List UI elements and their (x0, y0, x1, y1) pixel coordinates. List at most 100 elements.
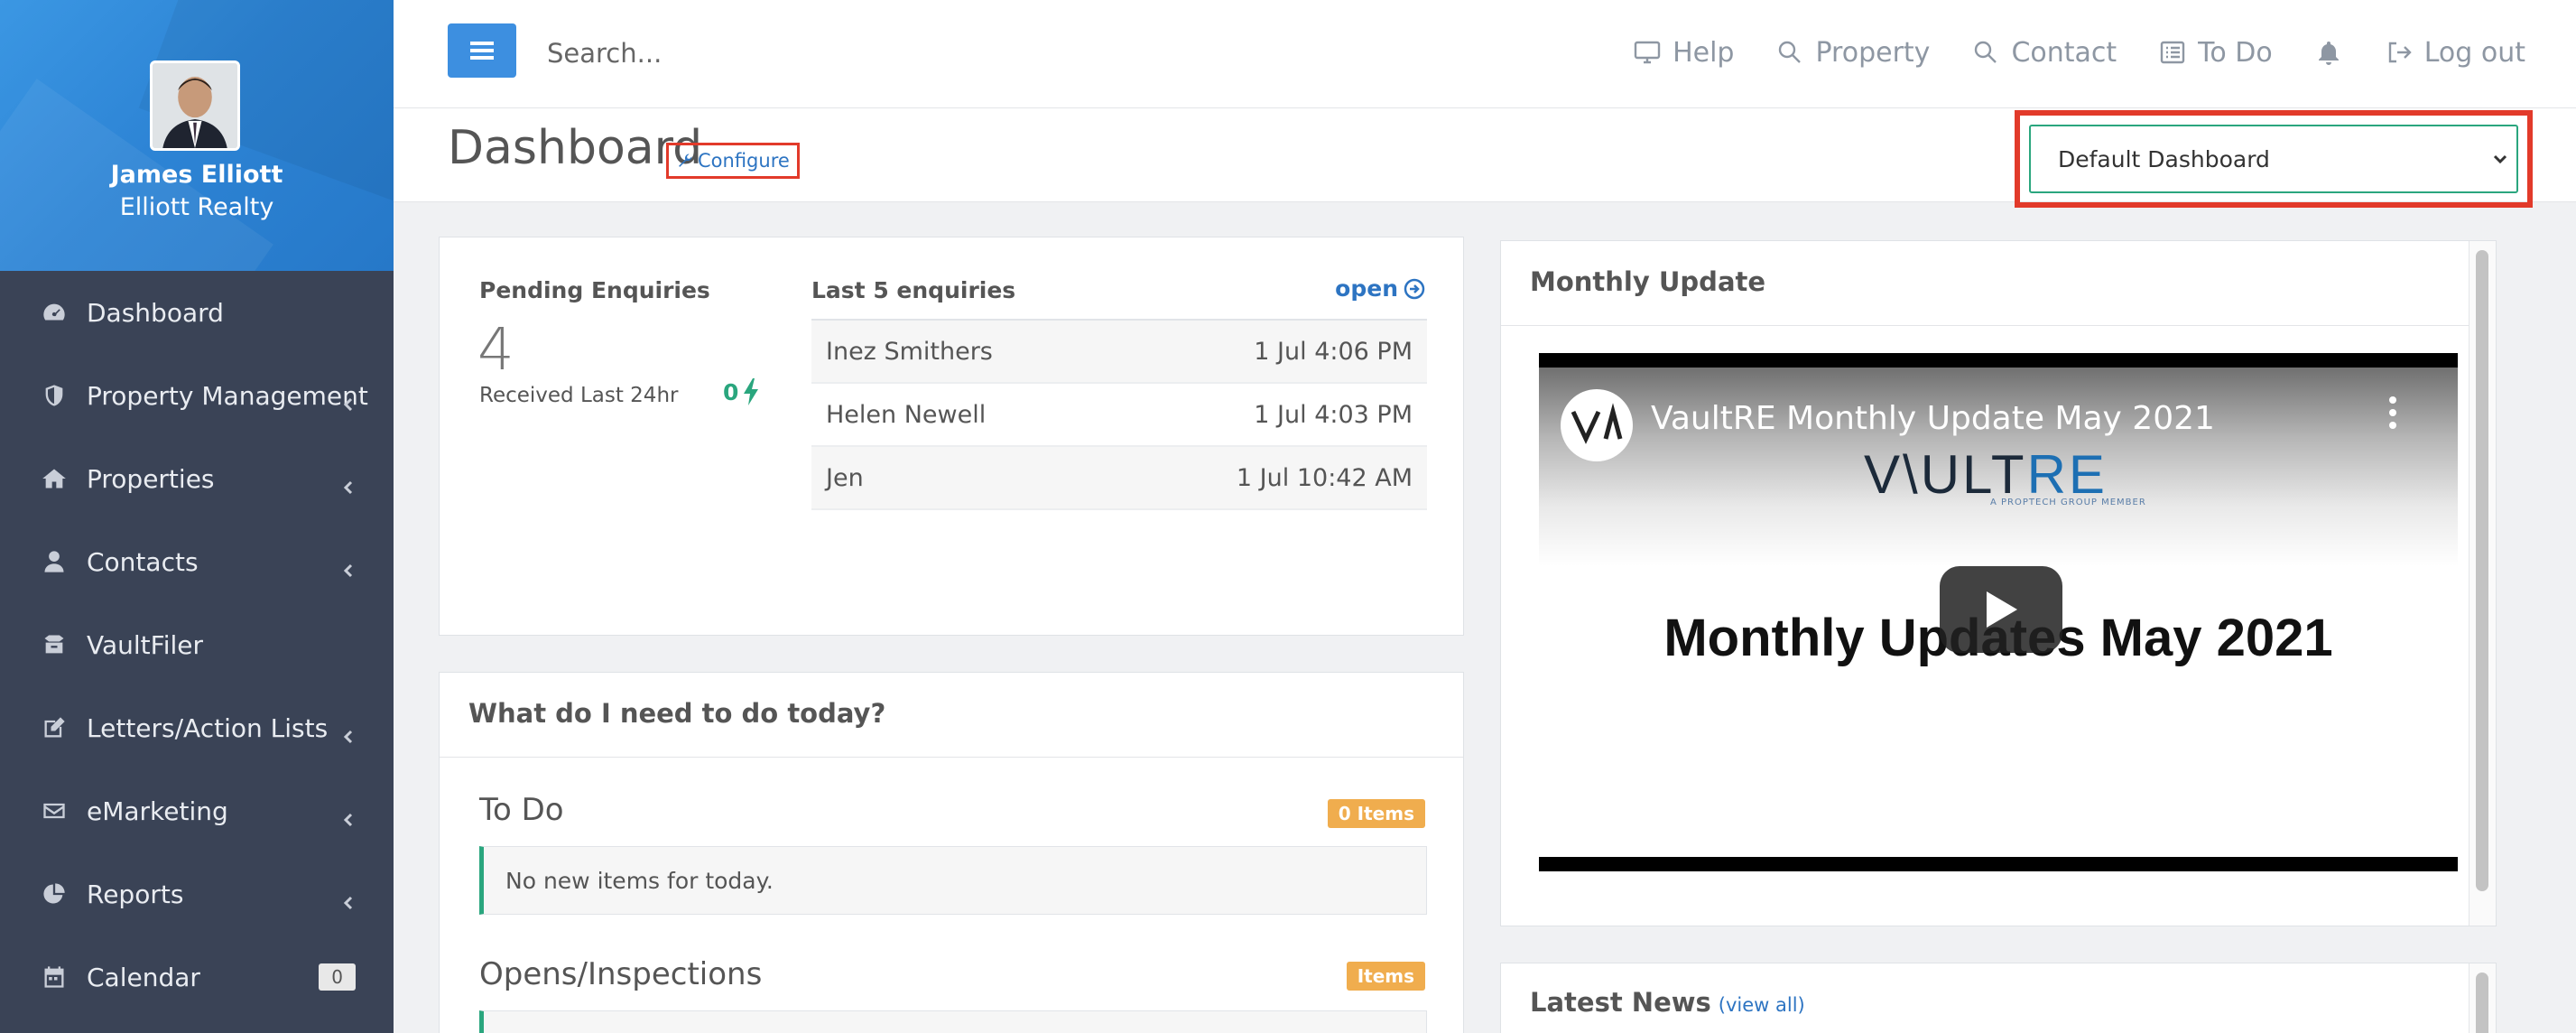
chevron-left-icon (341, 388, 356, 412)
enquiry-time: 1 Jul 4:06 PM (1254, 337, 1413, 366)
chevron-left-icon (341, 721, 356, 744)
enquiry-time: 1 Jul 10:42 AM (1236, 463, 1413, 492)
sidebar-item-reports[interactable]: Reports (0, 852, 394, 935)
today-panel-title: What do I need to do today? (468, 698, 886, 729)
property-label: Property (1815, 36, 1931, 69)
table-row[interactable]: Helen Newell 1 Jul 4:03 PM (811, 384, 1427, 447)
sidebar-item-label: Letters/Action Lists (87, 712, 329, 743)
table-row[interactable]: Inez Smithers 1 Jul 4:06 PM (811, 321, 1427, 384)
latest-news-title: Latest News (1530, 987, 1711, 1018)
scrollbar[interactable] (2469, 241, 2496, 926)
arrow-circle-right-icon (1404, 278, 1425, 299)
help-link[interactable]: Help (1633, 37, 1734, 69)
contact-label: Contact (2011, 36, 2117, 69)
configure-label: Configure (698, 150, 790, 172)
page-header: Dashboard Configure Default Dashboard (394, 108, 2576, 208)
scrollbar[interactable] (2469, 963, 2496, 1033)
property-search-link[interactable]: Property (1775, 37, 1930, 69)
view-all-news-link[interactable]: (view all) (1719, 994, 1805, 1016)
chevron-left-icon (341, 887, 356, 910)
logout-icon (2388, 42, 2412, 63)
received-last-24hr-label: Received Last 24hr (479, 384, 679, 407)
sidebar-item-letters[interactable]: Letters/Action Lists (0, 686, 394, 769)
opens-notice (479, 1010, 1427, 1033)
last-24hr-count[interactable]: 0 (723, 378, 760, 405)
enquiries-panel: Pending Enquiries 4 Received Last 24hr 0… (439, 237, 1464, 636)
video-letterbox-bottom (1539, 857, 2458, 871)
sidebar-item-label: Calendar (87, 962, 200, 992)
sidebar-nav: Dashboard Property Management Properties… (0, 271, 394, 1019)
sidebar-item-dashboard[interactable]: Dashboard (0, 271, 394, 354)
sidebar-item-label: Contacts (87, 546, 199, 577)
user-name: James Elliott (110, 161, 283, 189)
last-24hr-value: 0 (723, 378, 739, 405)
search-input[interactable] (547, 31, 1089, 76)
channel-logo[interactable] (1561, 389, 1633, 461)
todo-link[interactable]: To Do (2158, 37, 2273, 69)
monthly-update-panel: Monthly Update VaultRE Monthly Update Ma… (1500, 240, 2497, 926)
search-icon (1975, 41, 1997, 63)
todo-section-title: To Do (479, 792, 564, 828)
video-player[interactable]: VaultRE Monthly Update May 2021 V\ULTRE … (1539, 353, 2458, 871)
page-title: Dashboard (448, 121, 703, 175)
edit-icon (40, 713, 69, 742)
user-icon (40, 547, 69, 576)
list-icon (2160, 41, 2185, 64)
enquiry-name: Helen Newell (826, 400, 987, 429)
sidebar-item-label: eMarketing (87, 796, 228, 826)
chevron-left-icon (341, 804, 356, 827)
dashboard-select-value: Default Dashboard (2058, 145, 2270, 172)
notifications-button[interactable] (2314, 38, 2343, 67)
wordmark-part-a: V\ULT (1864, 444, 2027, 505)
sidebar-item-label: Reports (87, 879, 184, 909)
scrollbar-thumb[interactable] (2476, 973, 2488, 1033)
more-options-icon[interactable] (2389, 396, 2398, 433)
help-label: Help (1673, 36, 1735, 69)
vaultre-logo-icon (1571, 403, 1623, 444)
chevron-left-icon (341, 471, 356, 495)
pending-enquiries-title: Pending Enquiries (479, 277, 710, 303)
top-nav: Help Property Contact To Do Log out (1591, 27, 2525, 78)
monitor-icon (1634, 41, 1661, 64)
sidebar-item-calendar[interactable]: Calendar 0 (0, 935, 394, 1019)
vaultre-wordmark: V\ULTRE (1864, 443, 2108, 506)
today-panel-header: What do I need to do today? (440, 673, 1463, 758)
todo-empty-notice: No new items for today. (479, 846, 1427, 915)
avatar[interactable] (150, 60, 240, 151)
sidebar-item-label: Property Management (87, 380, 368, 411)
sidebar-item-label: VaultFiler (87, 629, 204, 660)
monthly-update-title: Monthly Update (1530, 266, 1766, 297)
search-icon (1779, 41, 1802, 63)
latest-news-header: Latest News (view all) (1530, 987, 1805, 1018)
logout-link[interactable]: Log out (2385, 37, 2525, 69)
menu-toggle-button[interactable] (448, 23, 516, 78)
opens-inspections-title: Opens/Inspections (479, 956, 763, 992)
open-enquiries-link[interactable]: open (1335, 275, 1425, 302)
opens-items-badge: Items (1346, 962, 1425, 991)
sidebar-item-label: Dashboard (87, 297, 224, 328)
sidebar-item-contacts[interactable]: Contacts (0, 520, 394, 603)
play-button[interactable] (1940, 566, 2062, 653)
dashboard-select[interactable]: Default Dashboard (2029, 125, 2518, 193)
sidebar-item-emarketing[interactable]: eMarketing (0, 769, 394, 852)
pending-enquiries-count[interactable]: 4 (477, 317, 514, 384)
home-icon (40, 464, 69, 493)
hamburger-icon (470, 42, 494, 60)
configure-link[interactable]: Configure (666, 143, 800, 179)
sidebar-item-vaultfiler[interactable]: VaultFiler (0, 603, 394, 686)
contact-search-link[interactable]: Contact (1971, 37, 2117, 69)
chevron-left-icon (341, 554, 356, 578)
sidebar-item-property-management[interactable]: Property Management (0, 354, 394, 437)
table-row[interactable]: Jen 1 Jul 10:42 AM (811, 447, 1427, 510)
sidebar: James Elliott Elliott Realty Dashboard P… (0, 0, 394, 1033)
enquiry-name: Jen (826, 463, 864, 492)
logout-label: Log out (2423, 36, 2525, 69)
monthly-update-header: Monthly Update (1501, 241, 2496, 326)
video-title[interactable]: VaultRE Monthly Update May 2021 (1651, 400, 2215, 437)
sidebar-item-properties[interactable]: Properties (0, 437, 394, 520)
profile-card: James Elliott Elliott Realty (0, 0, 394, 271)
scrollbar-thumb[interactable] (2476, 250, 2488, 891)
top-bar: Help Property Contact To Do Log out (394, 0, 2576, 108)
latest-news-panel: Latest News (view all) (1500, 963, 2497, 1033)
chevron-down-icon (2493, 154, 2507, 164)
